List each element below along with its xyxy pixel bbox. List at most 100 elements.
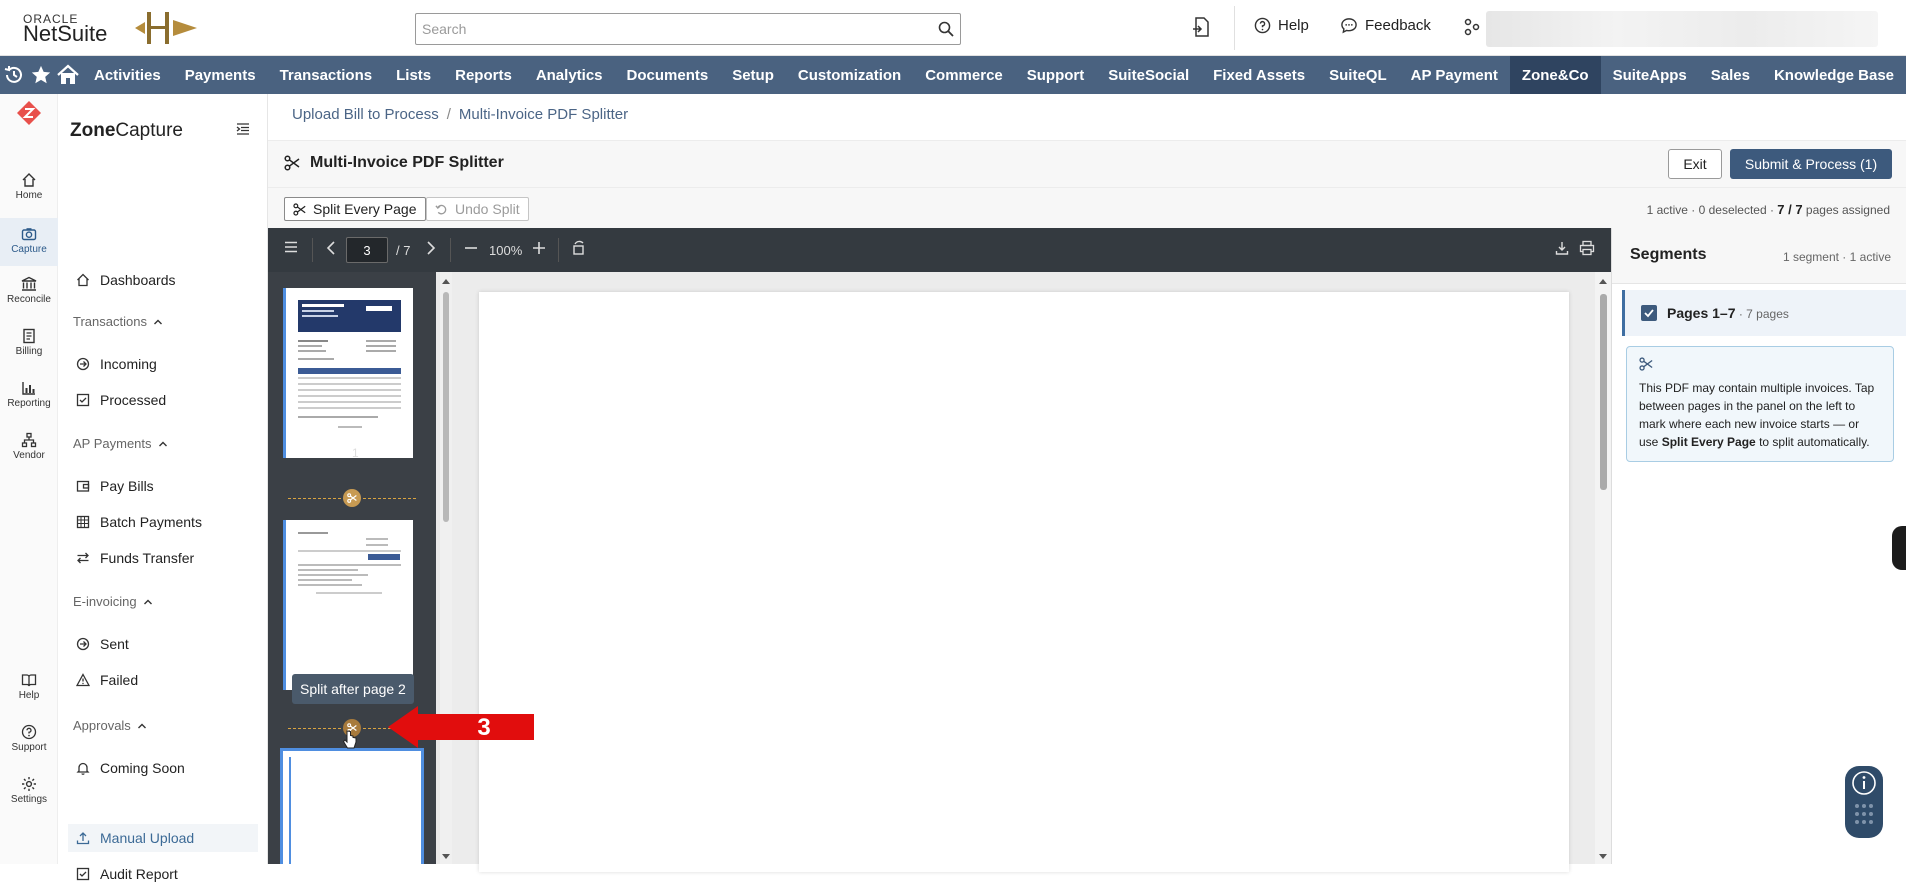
- transfer-arrows-icon: [77, 552, 89, 564]
- search-icon[interactable]: [938, 21, 954, 37]
- toggle-sidebar-icon[interactable]: [284, 240, 298, 254]
- app-icon-rail: Home Capture Reconcile Billing Reporting…: [0, 94, 58, 864]
- collapse-sidebar-icon[interactable]: [236, 122, 250, 136]
- undo-split-button[interactable]: Undo Split: [426, 197, 529, 221]
- rail-reconcile[interactable]: Reconcile: [0, 272, 58, 316]
- breadcrumb-upload-bill[interactable]: Upload Bill to Process: [292, 106, 439, 123]
- total-pages: / 7: [396, 243, 411, 258]
- sidebar-item-incoming[interactable]: Incoming: [76, 350, 256, 378]
- nav-sales[interactable]: Sales: [1699, 56, 1762, 94]
- thumbnail-scrollbar[interactable]: [440, 272, 452, 864]
- segment-item-pages-1-7[interactable]: Pages 1–7 · 7 pages: [1622, 290, 1906, 336]
- download-icon[interactable]: [1555, 240, 1569, 256]
- status-prefix: 1 active · 0 deselected ·: [1646, 203, 1778, 217]
- user-account-area[interactable]: [1486, 11, 1878, 47]
- global-search[interactable]: [415, 13, 961, 45]
- split-every-page-button[interactable]: Split Every Page: [284, 197, 426, 221]
- nav-activities[interactable]: Activities: [82, 56, 173, 94]
- sidebar-item-dashboards[interactable]: Dashboards: [76, 266, 256, 294]
- segments-header: Segments 1 segment · 1 active: [1612, 228, 1906, 284]
- section-ap-payments[interactable]: AP Payments: [73, 436, 168, 451]
- rail-help[interactable]: Help: [0, 668, 58, 712]
- page-thumbnail-3-selected[interactable]: [280, 748, 424, 864]
- sidebar-item-manual-upload[interactable]: Manual Upload: [68, 824, 258, 852]
- nav-documents[interactable]: Documents: [615, 56, 721, 94]
- nav-support[interactable]: Support: [1015, 56, 1097, 94]
- zoom-in-icon[interactable]: [532, 240, 546, 256]
- rail-settings[interactable]: Settings: [0, 772, 58, 816]
- split-marker-page-1[interactable]: [343, 489, 361, 507]
- nav-suiteql[interactable]: SuiteQL: [1317, 56, 1399, 94]
- exit-button[interactable]: Exit: [1668, 149, 1722, 179]
- role-switcher-button[interactable]: [1462, 17, 1482, 37]
- zoom-out-icon[interactable]: [464, 240, 478, 256]
- bank-icon: [21, 276, 37, 291]
- scissors-icon: [293, 202, 306, 216]
- previous-page-icon[interactable]: [326, 240, 336, 256]
- page-scroll-thumb[interactable]: [1600, 294, 1607, 490]
- zone-logo-icon[interactable]: [0, 98, 58, 128]
- rail-billing[interactable]: Billing: [0, 324, 58, 368]
- feedback-button[interactable]: Feedback: [1340, 17, 1431, 34]
- nav-customization[interactable]: Customization: [786, 56, 913, 94]
- help-button[interactable]: Help: [1254, 17, 1309, 34]
- nav-lists[interactable]: Lists: [384, 56, 443, 94]
- rail-vendor[interactable]: Vendor: [0, 428, 58, 472]
- nav-zoneco[interactable]: Zone&Co: [1509, 56, 1601, 94]
- nav-fixed-assets[interactable]: Fixed Assets: [1201, 56, 1317, 94]
- splitter-toolbar: Split Every Page Undo Split 1 active · 0…: [268, 188, 1906, 228]
- nav-payments[interactable]: Payments: [173, 56, 268, 94]
- sidebar-item-audit-report[interactable]: Audit Report: [76, 860, 256, 888]
- section-transactions[interactable]: Transactions: [73, 314, 163, 329]
- rail-support[interactable]: Support: [0, 720, 58, 764]
- section-e-invoicing[interactable]: E-invoicing: [73, 594, 153, 609]
- sidebar-item-coming-soon[interactable]: Coming Soon: [76, 754, 256, 782]
- rail-capture[interactable]: Capture: [0, 218, 58, 266]
- nav-ap-payment[interactable]: AP Payment: [1399, 56, 1510, 94]
- nav-transactions[interactable]: Transactions: [268, 56, 385, 94]
- page-title: Multi-Invoice PDF Splitter: [284, 154, 504, 172]
- section-approvals[interactable]: Approvals: [73, 718, 147, 733]
- home-icon[interactable]: [55, 56, 82, 94]
- assistant-widget[interactable]: [1845, 766, 1883, 838]
- thumbnail-scroll-thumb[interactable]: [443, 292, 449, 522]
- submit-process-button[interactable]: Submit & Process (1): [1730, 149, 1892, 179]
- nav-setup[interactable]: Setup: [720, 56, 786, 94]
- search-input[interactable]: [416, 14, 916, 44]
- page-number-input[interactable]: [346, 237, 388, 263]
- sidebar-item-sent[interactable]: Sent: [76, 630, 256, 658]
- page-thumbnail-2[interactable]: [283, 520, 413, 690]
- thumbnail-number-1: 1: [352, 446, 359, 460]
- next-page-icon[interactable]: [426, 240, 436, 256]
- side-drawer-tab[interactable]: [1892, 526, 1906, 570]
- recent-records-button[interactable]: [1192, 17, 1210, 37]
- sidebar-item-pay-bills[interactable]: Pay Bills: [76, 472, 256, 500]
- rail-home[interactable]: Home: [0, 168, 58, 212]
- netsuite-logo-text[interactable]: NetSuite: [23, 21, 107, 47]
- feedback-label: Feedback: [1365, 17, 1431, 34]
- rail-reporting[interactable]: Reporting: [0, 376, 58, 420]
- sidebar-item-batch-payments[interactable]: Batch Payments: [76, 508, 256, 536]
- segments-title: Segments: [1630, 246, 1707, 263]
- sidebar-item-processed[interactable]: Processed: [76, 386, 256, 414]
- nav-reports[interactable]: Reports: [443, 56, 524, 94]
- bar-chart-icon: [22, 382, 35, 395]
- sidebar-item-failed[interactable]: Failed: [76, 666, 256, 694]
- print-icon[interactable]: [1579, 240, 1595, 256]
- nav-knowledge-base[interactable]: Knowledge Base: [1762, 56, 1906, 94]
- sidebar-label-batch-payments: Batch Payments: [100, 514, 202, 530]
- page-scrollbar[interactable]: [1595, 272, 1611, 864]
- rotate-page-icon[interactable]: [572, 240, 586, 256]
- segment-checkbox[interactable]: [1641, 305, 1657, 321]
- camera-icon: [21, 228, 37, 241]
- sidebar-item-funds-transfer[interactable]: Funds Transfer: [76, 544, 256, 572]
- checkbox-icon: [76, 867, 90, 881]
- chevron-up-icon: [158, 441, 167, 446]
- nav-suiteapps[interactable]: SuiteApps: [1601, 56, 1699, 94]
- page-thumbnail-1[interactable]: [283, 288, 413, 458]
- recent-history-icon[interactable]: [0, 56, 27, 94]
- nav-commerce[interactable]: Commerce: [913, 56, 1015, 94]
- favorites-star-icon[interactable]: [27, 56, 54, 94]
- nav-suitesocial[interactable]: SuiteSocial: [1096, 56, 1201, 94]
- nav-analytics[interactable]: Analytics: [524, 56, 615, 94]
